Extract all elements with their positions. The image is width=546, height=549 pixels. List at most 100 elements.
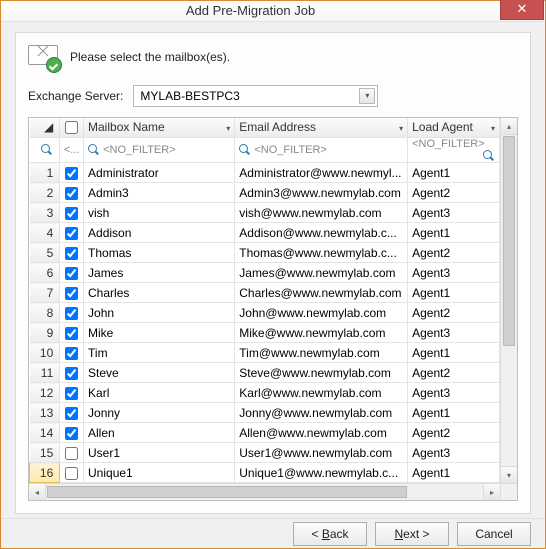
row-number[interactable]: 5 [30, 243, 60, 263]
next-button[interactable]: Next > [375, 522, 449, 546]
cancel-button[interactable]: Cancel [457, 522, 531, 546]
header-email[interactable]: Email Address▾ [235, 118, 408, 138]
cell-mailbox-name[interactable]: Mike [84, 323, 235, 343]
cell-load-agent[interactable]: Agent2 [408, 243, 500, 263]
row-number[interactable]: 10 [30, 343, 60, 363]
row-checkbox[interactable] [60, 343, 84, 363]
cell-load-agent[interactable]: Agent1 [408, 223, 500, 243]
row-checkbox[interactable] [60, 443, 84, 463]
row-checkbox[interactable] [60, 283, 84, 303]
cell-load-agent[interactable]: Agent2 [408, 183, 500, 203]
header-load-agent[interactable]: Load Agent▾ [408, 118, 500, 138]
row-number[interactable]: 13 [30, 403, 60, 423]
row-checkbox[interactable] [60, 463, 84, 483]
cell-email[interactable]: John@www.newmylab.com [235, 303, 408, 323]
cell-mailbox-name[interactable]: Karl [84, 383, 235, 403]
row-number[interactable]: 14 [30, 423, 60, 443]
cell-load-agent[interactable]: Agent1 [408, 463, 500, 483]
back-button[interactable]: < Back [293, 522, 367, 546]
table-row[interactable]: 13JonnyJonny@www.newmylab.comAgent1 [30, 403, 500, 423]
row-checkbox[interactable] [60, 303, 84, 323]
table-row[interactable]: 1 AdministratorAdministrator@www.newmyl..… [30, 163, 500, 183]
header-check-all[interactable] [60, 118, 84, 138]
row-checkbox[interactable] [60, 223, 84, 243]
cell-mailbox-name[interactable]: Administrator [84, 163, 235, 183]
cell-load-agent[interactable]: Agent1 [408, 163, 500, 183]
row-number[interactable]: 16 [30, 463, 60, 483]
row-number[interactable]: 1 [30, 163, 60, 183]
filter-name[interactable]: <NO_FILTER> [84, 138, 235, 163]
cell-load-agent[interactable]: Agent2 [408, 363, 500, 383]
cell-email[interactable]: James@www.newmylab.com [235, 263, 408, 283]
cell-email[interactable]: Karl@www.newmylab.com [235, 383, 408, 403]
row-checkbox[interactable] [60, 263, 84, 283]
scroll-right-icon[interactable]: ▸ [483, 484, 500, 500]
table-row[interactable]: 10TimTim@www.newmylab.comAgent1 [30, 343, 500, 363]
cell-email[interactable]: Jonny@www.newmylab.com [235, 403, 408, 423]
row-number[interactable]: 2 [30, 183, 60, 203]
filter-agent[interactable]: <NO_FILTER> [408, 138, 500, 163]
cell-email[interactable]: Thomas@www.newmylab.c... [235, 243, 408, 263]
cell-email[interactable]: Charles@www.newmylab.com [235, 283, 408, 303]
cell-load-agent[interactable]: Agent2 [408, 423, 500, 443]
horizontal-scrollbar[interactable]: ◂ ▸ [29, 483, 517, 500]
scroll-up-icon[interactable]: ▴ [501, 118, 517, 135]
table-row[interactable]: 4AddisonAddison@www.newmylab.c...Agent1 [30, 223, 500, 243]
exchange-server-combo[interactable]: MYLAB-BESTPC3 ▾ [133, 85, 378, 107]
cell-load-agent[interactable]: Agent1 [408, 403, 500, 423]
row-checkbox[interactable] [60, 363, 84, 383]
table-row[interactable]: 5 ThomasThomas@www.newmylab.c...Agent2 [30, 243, 500, 263]
table-row[interactable]: 15User1User1@www.newmylab.comAgent3 [30, 443, 500, 463]
table-row[interactable]: 2Admin3Admin3@www.newmylab.comAgent2 [30, 183, 500, 203]
row-checkbox[interactable] [60, 183, 84, 203]
header-mailbox-name[interactable]: Mailbox Name▾ [84, 118, 235, 138]
table-row[interactable]: 9MikeMike@www.newmylab.comAgent3 [30, 323, 500, 343]
cell-load-agent[interactable]: Agent1 [408, 343, 500, 363]
cell-load-agent[interactable]: Agent3 [408, 203, 500, 223]
chevron-down-icon[interactable]: ▾ [359, 88, 375, 104]
row-number[interactable]: 11 [30, 363, 60, 383]
table-row[interactable]: 11SteveSteve@www.newmylab.comAgent2 [30, 363, 500, 383]
cell-email[interactable]: Admin3@www.newmylab.com [235, 183, 408, 203]
row-checkbox[interactable] [60, 203, 84, 223]
cell-email[interactable]: Administrator@www.newmyl... [235, 163, 408, 183]
table-row[interactable]: 7CharlesCharles@www.newmylab.comAgent1 [30, 283, 500, 303]
row-number[interactable]: 15 [30, 443, 60, 463]
row-number[interactable]: 7 [30, 283, 60, 303]
header-corner[interactable]: ◢ [30, 118, 60, 138]
table-row[interactable]: 3 vishvish@www.newmylab.comAgent3 [30, 203, 500, 223]
cell-mailbox-name[interactable]: Steve [84, 363, 235, 383]
row-number[interactable]: 4 [30, 223, 60, 243]
cell-mailbox-name[interactable]: Unique1 [84, 463, 235, 483]
filter-email[interactable]: <NO_FILTER> [235, 138, 408, 163]
scroll-thumb-h[interactable] [47, 486, 407, 498]
row-number[interactable]: 6 [30, 263, 60, 283]
filter-rownum[interactable] [30, 138, 60, 163]
row-checkbox[interactable] [60, 163, 84, 183]
cell-load-agent[interactable]: Agent2 [408, 303, 500, 323]
cell-email[interactable]: Allen@www.newmylab.com [235, 423, 408, 443]
cell-mailbox-name[interactable]: vish [84, 203, 235, 223]
scroll-down-icon[interactable]: ▾ [501, 466, 517, 483]
cell-email[interactable]: User1@www.newmylab.com [235, 443, 408, 463]
row-checkbox[interactable] [60, 243, 84, 263]
table-row[interactable]: 14AllenAllen@www.newmylab.comAgent2 [30, 423, 500, 443]
cell-mailbox-name[interactable]: User1 [84, 443, 235, 463]
cell-mailbox-name[interactable]: Thomas [84, 243, 235, 263]
row-checkbox[interactable] [60, 383, 84, 403]
row-number[interactable]: 3 [30, 203, 60, 223]
cell-load-agent[interactable]: Agent3 [408, 263, 500, 283]
table-row[interactable]: 8JohnJohn@www.newmylab.comAgent2 [30, 303, 500, 323]
row-checkbox[interactable] [60, 423, 84, 443]
table-row[interactable]: 12 KarlKarl@www.newmylab.comAgent3 [30, 383, 500, 403]
row-number[interactable]: 12 [30, 383, 60, 403]
cell-mailbox-name[interactable]: Tim [84, 343, 235, 363]
cell-mailbox-name[interactable]: James [84, 263, 235, 283]
cell-load-agent[interactable]: Agent1 [408, 283, 500, 303]
cell-load-agent[interactable]: Agent3 [408, 383, 500, 403]
scroll-left-icon[interactable]: ◂ [29, 484, 46, 500]
cell-email[interactable]: vish@www.newmylab.com [235, 203, 408, 223]
cell-mailbox-name[interactable]: Addison [84, 223, 235, 243]
row-number[interactable]: 9 [30, 323, 60, 343]
row-number[interactable]: 8 [30, 303, 60, 323]
